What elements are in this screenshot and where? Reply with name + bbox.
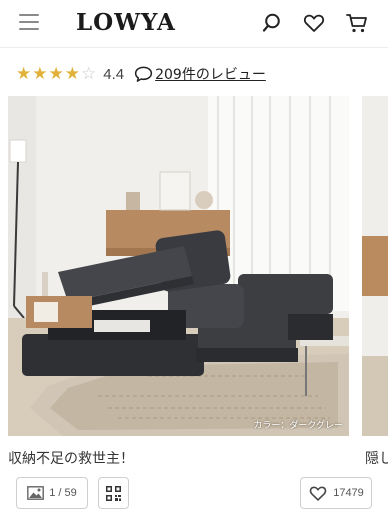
cart-icon[interactable] <box>345 11 369 35</box>
heart-icon[interactable] <box>302 11 326 35</box>
star-icon: ★ <box>32 63 48 84</box>
favorites-count: 17479 <box>333 487 364 499</box>
star-icon: ★ <box>48 63 64 84</box>
site-header: LOWYA <box>0 0 388 48</box>
next-product-image[interactable] <box>362 96 388 436</box>
product-image[interactable]: カラー：ダークグレー <box>8 96 349 436</box>
site-logo[interactable]: LOWYA <box>76 9 176 36</box>
qr-code-icon <box>106 485 121 501</box>
reviews-link[interactable]: 209件のレビュー <box>134 64 266 84</box>
heart-outline-icon <box>309 486 327 501</box>
search-icon[interactable] <box>262 11 286 35</box>
image-gallery-button[interactable]: 1 / 59 <box>16 477 88 509</box>
star-icon: ★ <box>16 63 32 84</box>
menu-icon[interactable] <box>19 14 39 32</box>
favorite-button[interactable]: 17479 <box>300 477 372 509</box>
gallery-count: 1 / 59 <box>49 487 77 499</box>
qr-code-button[interactable] <box>98 477 129 509</box>
rating-row: ★ ★ ★ ★ ☆ 4.4 209件のレビュー <box>16 63 266 85</box>
rating-score: 4.4 <box>103 65 125 83</box>
star-rating: ★ ★ ★ ★ ☆ <box>16 63 97 84</box>
star-empty-icon: ☆ <box>81 63 97 84</box>
speech-bubble-icon <box>134 66 153 82</box>
reviews-count-label[interactable]: 209件のレビュー <box>155 64 266 84</box>
image-icon <box>27 486 45 500</box>
product-title[interactable]: 収納不足の救世主！ <box>8 448 134 468</box>
next-product-title[interactable]: 隠し <box>365 448 388 468</box>
star-icon: ★ <box>64 63 80 84</box>
image-caption: カラー：ダークグレー <box>253 421 343 431</box>
